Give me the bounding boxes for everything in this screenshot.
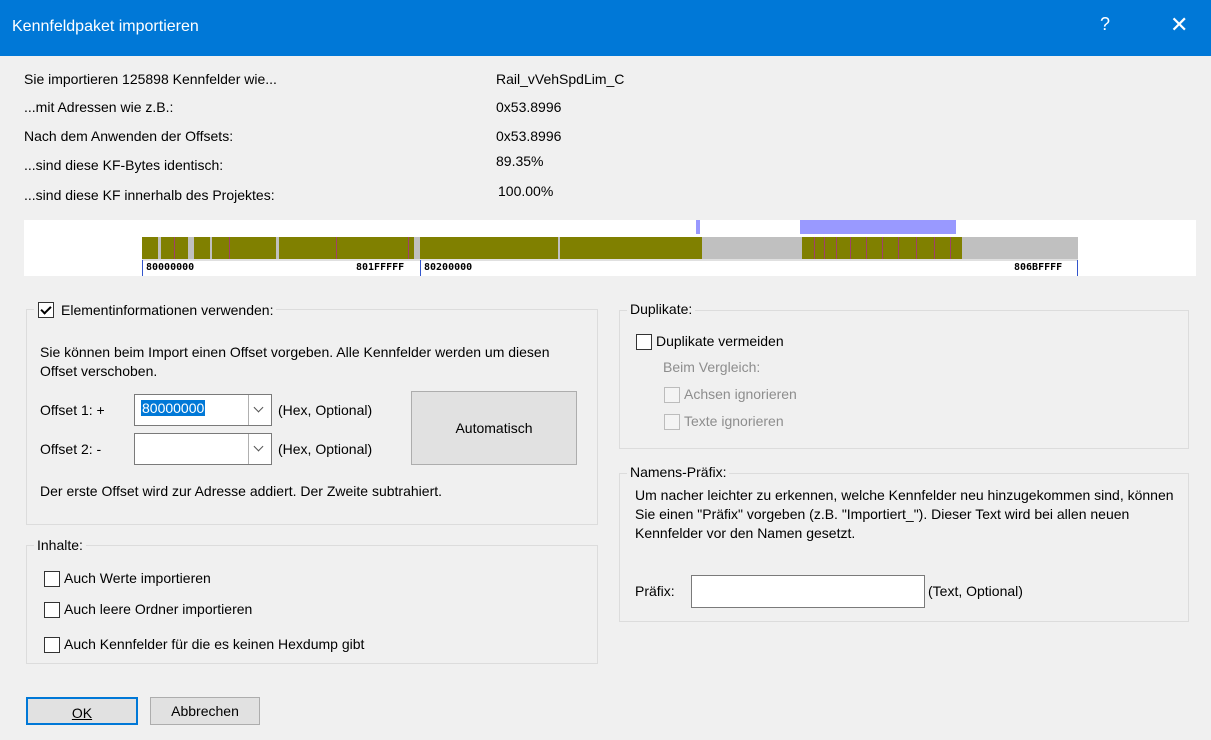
- element-info-description: Sie können beim Import einen Offset vorg…: [40, 344, 550, 379]
- element-info-checkbox[interactable]: [38, 302, 54, 318]
- chevron-down-icon[interactable]: [248, 395, 271, 425]
- title-bar: Kennfeldpaket importieren ? ✕: [0, 0, 1211, 56]
- ignore-axes-label[interactable]: Achsen ignorieren: [684, 386, 797, 402]
- empty-folders-label[interactable]: Auch leere Ordner importieren: [64, 601, 252, 617]
- automatisch-button[interactable]: Automatisch: [411, 391, 577, 465]
- offset1-label: Offset 1: +: [40, 402, 105, 418]
- offset2-label: Offset 2: -: [40, 441, 102, 457]
- info-label-identical: ...sind diese KF-Bytes identisch:: [24, 157, 224, 173]
- memory-map: 80000000 801FFFFF 80200000 806BFFFF: [24, 220, 1196, 276]
- ok-button[interactable]: OK: [26, 697, 138, 725]
- element-info-legend: Elementinformationen verwenden:: [34, 300, 277, 320]
- help-button[interactable]: ?: [1100, 14, 1110, 35]
- offset2-combobox[interactable]: [134, 433, 272, 465]
- info-label-inside: ...sind diese KF innerhalb des Projektes…: [24, 187, 275, 203]
- no-hexdump-label[interactable]: Auch Kennfelder für die es keinen Hexdum…: [64, 636, 364, 652]
- ignore-axes-checkbox[interactable]: [664, 387, 680, 403]
- ok-label[interactable]: OK: [72, 705, 92, 721]
- map-label-start-2: 80200000: [424, 262, 473, 273]
- prefix-legend: Namens-Präfix:: [627, 464, 730, 480]
- info-label-address: ...mit Adressen wie z.B.:: [24, 99, 174, 115]
- map-label-end-2: 806BFFFF: [1014, 262, 1063, 273]
- no-hexdump-checkbox[interactable]: [44, 637, 60, 653]
- prefix-input[interactable]: [691, 575, 925, 608]
- values-checkbox[interactable]: [44, 571, 60, 587]
- window-title: Kennfeldpaket importieren: [12, 18, 199, 35]
- close-button[interactable]: ✕: [1170, 12, 1188, 38]
- offset1-hint: (Hex, Optional): [278, 402, 373, 418]
- ignore-texts-label[interactable]: Texte ignorieren: [684, 413, 784, 429]
- prefix-hint: (Text, Optional): [928, 583, 1023, 599]
- info-value-address: 0x53.8996: [496, 99, 562, 115]
- info-label-count: Sie importieren 125898 Kennfelder wie...: [24, 71, 277, 87]
- prefix-label: Präfix:: [635, 583, 675, 599]
- prefix-description: Um nacher leichter zu erkennen, welche K…: [635, 487, 1174, 541]
- map-label-start-1: 80000000: [146, 262, 195, 273]
- info-value-name: Rail_vVehSpdLim_C: [496, 71, 625, 87]
- map-label-end-1: 801FFFFF: [356, 262, 405, 273]
- ignore-texts-checkbox[interactable]: [664, 414, 680, 430]
- compare-label: Beim Vergleich:: [663, 359, 761, 375]
- info-value-offset: 0x53.8996: [496, 128, 562, 144]
- element-info-label[interactable]: Elementinformationen verwenden:: [61, 302, 273, 318]
- values-label[interactable]: Auch Werte importieren: [64, 570, 211, 586]
- info-label-offset: Nach dem Anwenden der Offsets:: [24, 128, 234, 144]
- offset1-value[interactable]: 80000000: [141, 400, 206, 416]
- contents-legend: Inhalte:: [34, 537, 86, 553]
- chevron-down-icon[interactable]: [248, 434, 271, 464]
- offset-footer: Der erste Offset wird zur Adresse addier…: [40, 483, 443, 499]
- info-value-identical: 89.35%: [496, 153, 544, 169]
- cancel-button[interactable]: Abbrechen: [150, 697, 260, 725]
- empty-folders-checkbox[interactable]: [44, 602, 60, 618]
- offset2-hint: (Hex, Optional): [278, 441, 373, 457]
- duplicates-legend: Duplikate:: [627, 301, 696, 317]
- info-value-inside: 100.00%: [498, 183, 554, 199]
- avoid-duplicates-checkbox[interactable]: [636, 334, 652, 350]
- offset1-combobox[interactable]: 80000000: [134, 394, 272, 426]
- avoid-duplicates-label[interactable]: Duplikate vermeiden: [656, 333, 784, 349]
